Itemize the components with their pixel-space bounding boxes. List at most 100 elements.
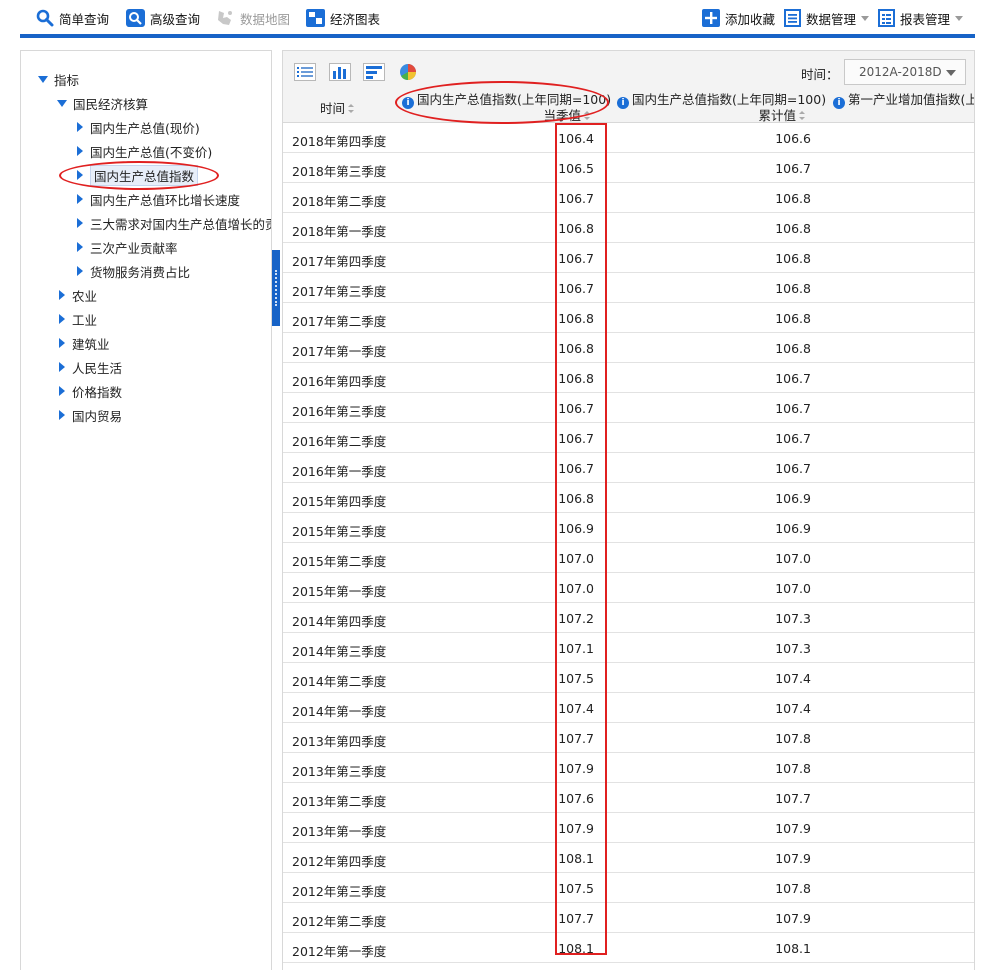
cell-time: 2015年第二季度 (292, 554, 387, 569)
econ-charts-label: 经济图表 (330, 11, 381, 27)
pie-chart-icon[interactable] (397, 63, 419, 81)
cell-time: 2018年第三季度 (292, 164, 387, 179)
tree-label: 三次产业贡献率 (90, 240, 178, 256)
column-header-time[interactable]: 时间 (320, 102, 355, 115)
data-map-button[interactable]: 数据地图 (216, 9, 290, 27)
cell-time: 2014年第四季度 (292, 614, 387, 629)
info-icon: i (833, 97, 845, 109)
top-toolbar: 简单查询 高级查询 数据地图 经济图表 添加收藏 数据管理 报表管理 (20, 0, 975, 34)
add-icon (702, 9, 720, 27)
tree-item[interactable]: 三次产业贡献率 (77, 237, 178, 257)
expand-right-icon (59, 410, 65, 420)
tree-item[interactable]: 三大需求对国内生产总值增长的贡献 (77, 213, 271, 233)
cell-time: 2013年第四季度 (292, 734, 387, 749)
cell-time: 2015年第四季度 (292, 494, 387, 509)
horizontal-bar-icon[interactable] (363, 63, 385, 81)
cell-cumulative-value: 106.7 (775, 371, 811, 386)
report-manage-menu[interactable]: 报表管理 (878, 9, 964, 27)
data-manage-menu[interactable]: 数据管理 (784, 9, 870, 27)
bar-chart-icon[interactable] (329, 63, 351, 81)
cell-cumulative-value: 107.8 (775, 731, 811, 746)
table-row: 2013年第三季度 107.9 107.8 (283, 753, 974, 783)
indicator-tree: 指标 国民经济核算 国内生产总值(现价) 国内生产总值(不变价) 国内生产总值指数国… (20, 50, 272, 970)
cell-time: 2013年第三季度 (292, 764, 387, 779)
table-row: 2013年第二季度 107.6 107.7 (283, 783, 974, 813)
cell-cumulative-value: 106.8 (775, 191, 811, 206)
cell-time: 2014年第三季度 (292, 644, 387, 659)
column-header-cumulative[interactable]: i 国内生产总值指数(上年同期=100) 累计值 (617, 93, 826, 122)
table-row: 2014年第二季度 107.5 107.4 (283, 663, 974, 693)
expand-right-icon (77, 194, 83, 204)
tree-category[interactable]: 农业 (59, 285, 97, 305)
tree-label: 指标 (54, 72, 80, 88)
table-row: 2017年第三季度 106.7 106.8 (283, 273, 974, 303)
column-header-primary-industry[interactable]: i第一产业增加值指数(上年 (833, 92, 974, 109)
tree-label: 人民生活 (72, 360, 123, 376)
chart-grid-icon (306, 9, 325, 27)
tree-item[interactable]: 国内生产总值(现价) (77, 117, 200, 137)
sort-icon (348, 104, 355, 113)
info-icon: i (617, 97, 629, 109)
cell-cumulative-value: 107.4 (775, 701, 811, 716)
cell-time: 2013年第二季度 (292, 794, 387, 809)
chevron-down-icon (861, 15, 870, 21)
tree-category[interactable]: 价格指数 (59, 381, 122, 401)
panel-splitter[interactable] (272, 250, 280, 326)
add-favorite-button[interactable]: 添加收藏 (702, 9, 775, 27)
tree-item[interactable]: 国内生产总值环比增长速度 (77, 189, 240, 209)
tree-item[interactable]: 货物服务消费占比 (77, 261, 190, 281)
simple-query-button[interactable]: 简单查询 (36, 9, 109, 27)
document-icon (784, 9, 801, 27)
tree-group-national-accounts[interactable]: 国民经济核算 (57, 93, 148, 113)
cell-cumulative-value: 107.3 (775, 611, 811, 626)
time-range-value: 2012A-2018D (859, 65, 942, 79)
cell-cumulative-value: 107.4 (775, 671, 811, 686)
cell-cumulative-value: 106.8 (775, 221, 811, 236)
table-header: 时间 i 国内生产总值指数(上年同期=100) 当季值 i 国内生产总值指数(上年同… (283, 93, 974, 123)
tree-label: 工业 (72, 312, 98, 328)
simple-query-label: 简单查询 (59, 11, 110, 27)
table-row: 2018年第二季度 106.7 106.8 (283, 183, 974, 213)
cell-cumulative-value: 106.7 (775, 431, 811, 446)
tree-label: 国内生产总值环比增长速度 (90, 192, 241, 208)
expand-right-icon (77, 122, 83, 132)
cell-cumulative-value: 106.9 (775, 521, 811, 536)
table-row: 2016年第一季度 106.7 106.7 (283, 453, 974, 483)
table-row: 2016年第二季度 106.7 106.7 (283, 423, 974, 453)
cell-time: 2015年第一季度 (292, 584, 387, 599)
cell-time: 2016年第一季度 (292, 464, 387, 479)
header-label: 第一产业增加值指数(上年 (848, 92, 974, 107)
advanced-query-button[interactable]: 高级查询 (126, 9, 200, 27)
cell-cumulative-value: 107.9 (775, 851, 811, 866)
expand-right-icon (59, 362, 65, 372)
list-view-icon[interactable] (294, 63, 316, 81)
econ-charts-button[interactable]: 经济图表 (306, 9, 380, 27)
cell-cumulative-value: 107.9 (775, 911, 811, 926)
expand-right-icon (77, 218, 83, 228)
cell-cumulative-value: 106.7 (775, 401, 811, 416)
advanced-search-icon (126, 9, 145, 27)
time-range-select[interactable]: 2012A-2018D (844, 59, 966, 85)
tree-category[interactable]: 工业 (59, 309, 97, 329)
table-row: 2015年第四季度 106.8 106.9 (283, 483, 974, 513)
table-row: 2012年第二季度 107.7 107.9 (283, 903, 974, 933)
table-row: 2014年第四季度 107.2 107.3 (283, 603, 974, 633)
map-icon (218, 11, 232, 25)
table-row: 2012年第一季度 108.1 108.1 (283, 933, 974, 963)
cell-time: 2012年第一季度 (292, 944, 387, 959)
expand-down-icon (57, 99, 67, 107)
chevron-down-icon (946, 70, 956, 76)
splitter-grip (275, 270, 277, 306)
annotation-rect-column (555, 123, 607, 955)
header-label: 国内生产总值指数(上年同期=100) (632, 92, 827, 107)
tree-category[interactable]: 国内贸易 (59, 405, 122, 425)
table-row: 2016年第四季度 106.8 106.7 (283, 363, 974, 393)
cell-cumulative-value: 107.0 (775, 551, 811, 566)
tree-item[interactable]: 国内生产总值(不变价) (77, 141, 212, 161)
table-body: 2018年第四季度 106.4 106.6 2018年第三季度 106.5 106.7 20… (283, 123, 974, 963)
tree-category[interactable]: 人民生活 (59, 357, 122, 377)
tree-root-indicators[interactable]: 指标 (38, 69, 79, 89)
tree-category[interactable]: 建筑业 (59, 333, 110, 353)
expand-right-icon (59, 386, 65, 396)
time-label: 时间： (801, 67, 839, 82)
